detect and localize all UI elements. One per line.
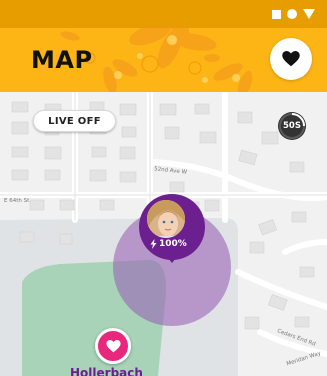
child-location-pin[interactable]: 100% — [139, 194, 205, 274]
favorites-button[interactable] — [270, 38, 312, 80]
map-view[interactable]: 52nd Ave W E 64th St Cedars End Rd Merid… — [0, 92, 327, 376]
place-name-label[interactable]: Hollerbach — [70, 366, 143, 376]
app-header: MAP — [0, 28, 327, 92]
timer-label: 50S — [283, 121, 301, 131]
heart-icon — [105, 339, 121, 352]
refresh-timer-button[interactable]: 50S — [278, 112, 306, 140]
place-marker[interactable] — [95, 328, 131, 364]
battery-level: 100% — [159, 239, 187, 249]
square-icon — [272, 9, 281, 19]
signal-triangle-icon — [303, 9, 315, 19]
heart-icon — [282, 51, 300, 67]
dot-icon — [287, 9, 297, 19]
status-icons — [272, 9, 315, 19]
live-toggle-button[interactable]: LIVE OFF — [33, 110, 116, 132]
page-title: MAP — [31, 46, 93, 74]
lightning-bolt-icon — [150, 239, 157, 249]
status-bar — [0, 0, 327, 28]
battery-indicator: 100% — [150, 239, 187, 249]
avatar — [145, 198, 187, 240]
road-label-64th: E 64th St — [4, 198, 30, 204]
